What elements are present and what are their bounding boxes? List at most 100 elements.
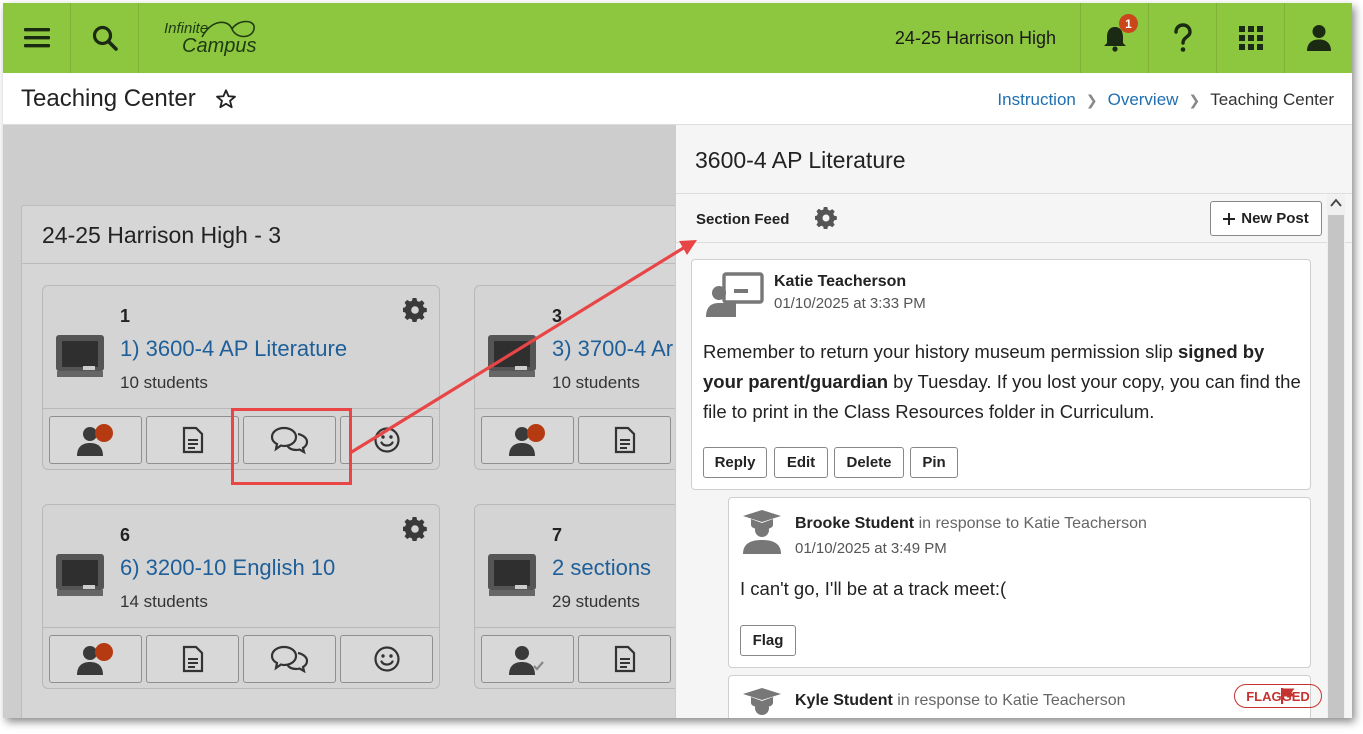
plus-icon xyxy=(1223,212,1236,225)
roster-alert-icon xyxy=(508,424,545,456)
card-actions xyxy=(43,627,439,690)
document-button[interactable] xyxy=(578,635,671,683)
scrollbar-thumb[interactable] xyxy=(1328,215,1344,718)
post-author: Katie Teacherson xyxy=(774,273,907,290)
notification-badge: 1 xyxy=(1119,14,1138,33)
section-card: 3 3) 3700-4 Ar 10 students xyxy=(474,285,675,470)
period-number: 3 xyxy=(552,306,563,326)
user-icon xyxy=(1306,25,1331,51)
section-name-link[interactable]: 2 sections xyxy=(552,555,651,581)
help-button[interactable] xyxy=(1148,3,1216,73)
student-count: 14 students xyxy=(120,592,208,611)
gear-icon[interactable] xyxy=(403,298,427,322)
edit-button[interactable]: Edit xyxy=(774,447,828,478)
document-icon xyxy=(614,645,635,673)
student-count: 29 students xyxy=(552,592,640,611)
document-button[interactable] xyxy=(578,416,671,464)
top-bar: Infinite Campus 24-25 Harrison High 1 xyxy=(3,3,1352,73)
reply-context: in response to Katie Teacherson xyxy=(897,692,1126,709)
feed-post: Katie Teacherson 01/10/2025 at 3:33 PM R… xyxy=(691,259,1311,490)
student-count: 10 students xyxy=(552,373,640,392)
breadcrumb-overview[interactable]: Overview xyxy=(1108,90,1179,110)
chat-bubbles-icon xyxy=(270,645,308,674)
main-content: 24-25 Harrison High - 3 1 1) 3600-4 AP L… xyxy=(3,125,675,718)
notifications-button[interactable]: 1 xyxy=(1080,3,1148,73)
grid-icon xyxy=(1238,26,1263,50)
reply-author-name: Brooke Student xyxy=(795,515,915,532)
document-button[interactable] xyxy=(146,416,239,464)
student-icon xyxy=(743,510,781,554)
section-feed-button[interactable] xyxy=(243,635,336,683)
roster-alert-icon xyxy=(76,424,113,456)
flag-icon[interactable] xyxy=(1280,687,1296,705)
behavior-button[interactable] xyxy=(340,416,433,464)
section-name-link[interactable]: 1) 3600-4 AP Literature xyxy=(120,336,347,362)
reply-button[interactable]: Reply xyxy=(703,447,767,478)
smiley-icon xyxy=(373,646,400,672)
reply-author: Kyle Student in response to Katie Teache… xyxy=(795,692,1126,710)
post-date: 01/10/2025 at 3:33 PM xyxy=(774,295,926,312)
new-post-button[interactable]: New Post xyxy=(1210,201,1322,236)
document-icon xyxy=(614,426,635,454)
document-button[interactable] xyxy=(146,635,239,683)
flag-button[interactable]: Flag xyxy=(740,625,796,656)
user-button[interactable] xyxy=(1284,3,1352,73)
search-button[interactable] xyxy=(71,3,139,73)
panel-title: 24-25 Harrison High - 3 xyxy=(22,206,675,264)
chat-bubbles-icon xyxy=(270,426,308,455)
roster-button[interactable] xyxy=(481,416,574,464)
gear-icon[interactable] xyxy=(815,207,837,229)
reply-author-name: Kyle Student xyxy=(795,692,893,709)
page-title: Teaching Center xyxy=(21,85,196,112)
flagged-badge: FLAGGED xyxy=(1234,684,1322,708)
title-bar: Teaching Center Instruction ❯ Overview ❯… xyxy=(3,73,1352,125)
menu-button[interactable] xyxy=(3,3,71,73)
behavior-button[interactable] xyxy=(340,635,433,683)
delete-button[interactable]: Delete xyxy=(834,447,904,478)
attendance-button[interactable] xyxy=(481,635,574,683)
chevron-right-icon: ❯ xyxy=(1085,91,1098,108)
student-icon xyxy=(743,688,781,715)
roster-alert-icon xyxy=(76,643,113,675)
post-body: Remember to return your history museum p… xyxy=(703,337,1307,427)
document-icon xyxy=(182,645,203,673)
section-feed-button[interactable] xyxy=(243,416,336,464)
section-name-link[interactable]: 3) 3700-4 Ar xyxy=(552,336,673,362)
app-window: Infinite Campus 24-25 Harrison High 1 Te… xyxy=(3,3,1352,718)
roster-button[interactable] xyxy=(49,635,142,683)
feed-reply: Kyle Student in response to Katie Teache… xyxy=(728,675,1322,718)
section-name-link[interactable]: 6) 3200-10 English 10 xyxy=(120,555,335,581)
section-card: 7 2 sections 29 students xyxy=(474,504,675,689)
apps-button[interactable] xyxy=(1216,3,1284,73)
document-icon xyxy=(182,426,203,454)
section-feed-label: Section Feed xyxy=(696,211,790,228)
reply-body: I can't go, I'll be at a track meet:( xyxy=(740,578,1007,599)
gear-icon[interactable] xyxy=(403,517,427,541)
section-card: 6 6) 3200-10 English 10 14 students xyxy=(42,504,440,689)
classroom-icon xyxy=(56,554,104,596)
roster-button[interactable] xyxy=(49,416,142,464)
search-icon xyxy=(92,25,118,51)
attendance-check-icon xyxy=(508,646,544,675)
breadcrumb-instruction[interactable]: Instruction xyxy=(997,90,1075,110)
student-count: 10 students xyxy=(120,373,208,392)
period-number: 7 xyxy=(552,525,563,545)
school-panel: 24-25 Harrison High - 3 1 1) 3600-4 AP L… xyxy=(21,205,675,718)
feed-reply: Brooke Student in response to Katie Teac… xyxy=(728,497,1311,668)
star-icon[interactable] xyxy=(215,88,237,110)
breadcrumb-current: Teaching Center xyxy=(1210,90,1334,109)
card-actions xyxy=(475,627,675,690)
classroom-icon xyxy=(56,335,104,377)
teacher-icon xyxy=(706,272,764,317)
pin-button[interactable]: Pin xyxy=(910,447,958,478)
scroll-up-icon[interactable] xyxy=(1330,198,1342,208)
school-selector[interactable]: 24-25 Harrison High xyxy=(895,3,1080,73)
classroom-icon xyxy=(488,335,536,377)
card-actions xyxy=(43,408,439,471)
classroom-icon xyxy=(488,554,536,596)
card-actions xyxy=(475,408,675,471)
section-card: 1 1) 3600-4 AP Literature 10 students xyxy=(42,285,440,470)
reply-context: in response to Katie Teacherson xyxy=(918,515,1147,532)
post-body-text: Remember to return your history museum p… xyxy=(703,341,1178,362)
smiley-icon xyxy=(373,427,400,453)
